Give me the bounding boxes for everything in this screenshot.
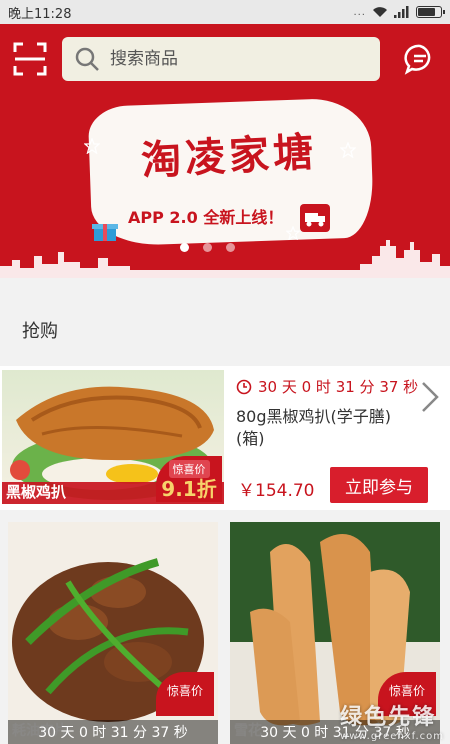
- banner-subtitle: APP 2.0 全新上线！: [128, 208, 284, 227]
- watermark-url: www.greenxf.com: [340, 731, 444, 742]
- clock-icon: [236, 379, 252, 394]
- chat-bubble-icon: [404, 44, 431, 75]
- badge-label: 惊喜价: [168, 460, 210, 478]
- discount-badge: 惊喜价 9.1折: [156, 456, 222, 502]
- watermark-main: 绿色先锋: [340, 705, 437, 730]
- countdown-text: 30 天 0 时 31 分 37 秒: [8, 720, 218, 744]
- status-icons: ...: [353, 6, 445, 18]
- notification-dots: ...: [353, 6, 366, 18]
- countdown-text: 30 天 0 时 31 分 37 秒: [258, 378, 419, 396]
- scan-icon: [13, 42, 47, 76]
- badge-label: 惊喜价: [388, 684, 425, 698]
- section-title-flash-sale: 抢购: [0, 296, 450, 364]
- top-header: [0, 24, 450, 94]
- promo-banner[interactable]: 淘凌家塘 APP 2.0 全新上线！: [0, 94, 450, 278]
- star-icon: [84, 138, 100, 154]
- message-button[interactable]: [400, 39, 440, 79]
- badge-discount: 9.1折: [161, 477, 217, 501]
- search-bar[interactable]: [62, 37, 380, 81]
- search-icon: [75, 47, 99, 71]
- chevron-right-icon[interactable]: [420, 380, 440, 414]
- product-name[interactable]: 80g黑椒鸡扒(学子膳)(箱): [236, 406, 416, 450]
- scan-button[interactable]: [10, 39, 50, 79]
- product-image[interactable]: 黑椒鸡扒 惊喜价 9.1折: [2, 370, 224, 504]
- product-grid: 耗油肉片 惊喜价 30 天 0 时 31 分 37 秒 雪花 惊喜价 30 天 …: [0, 512, 450, 744]
- battery-icon: [416, 6, 445, 18]
- signal-icon: [394, 6, 409, 18]
- truck-icon: [300, 204, 330, 232]
- watermark: 绿色先锋 www.greenxf.com: [340, 699, 444, 742]
- discount-badge: 惊喜价: [156, 672, 214, 716]
- status-time: 晚上11:28: [8, 6, 72, 22]
- wifi-icon: [373, 7, 387, 17]
- grid-product-card[interactable]: 耗油肉片 惊喜价 30 天 0 时 31 分 37 秒: [8, 522, 218, 744]
- search-input[interactable]: [110, 49, 350, 69]
- product-tag-name: 黑椒鸡扒: [6, 483, 67, 501]
- pagination-dot[interactable]: [180, 243, 189, 252]
- badge-label: 惊喜价: [166, 684, 203, 698]
- pagination-dot[interactable]: [203, 243, 212, 252]
- status-bar: 晚上11:28 ...: [0, 0, 450, 24]
- star-icon: [340, 142, 356, 158]
- featured-deal-card[interactable]: 黑椒鸡扒 惊喜价 9.1折 30 天 0 时 31 分 37 秒 80g黑椒鸡扒…: [0, 366, 450, 510]
- pagination-dot[interactable]: [226, 243, 235, 252]
- join-now-button[interactable]: 立即参与: [330, 467, 428, 503]
- product-price: ￥154.70: [238, 481, 315, 501]
- banner-pagination: [180, 243, 235, 252]
- countdown-timer: 30 天 0 时 31 分 37 秒: [236, 376, 418, 397]
